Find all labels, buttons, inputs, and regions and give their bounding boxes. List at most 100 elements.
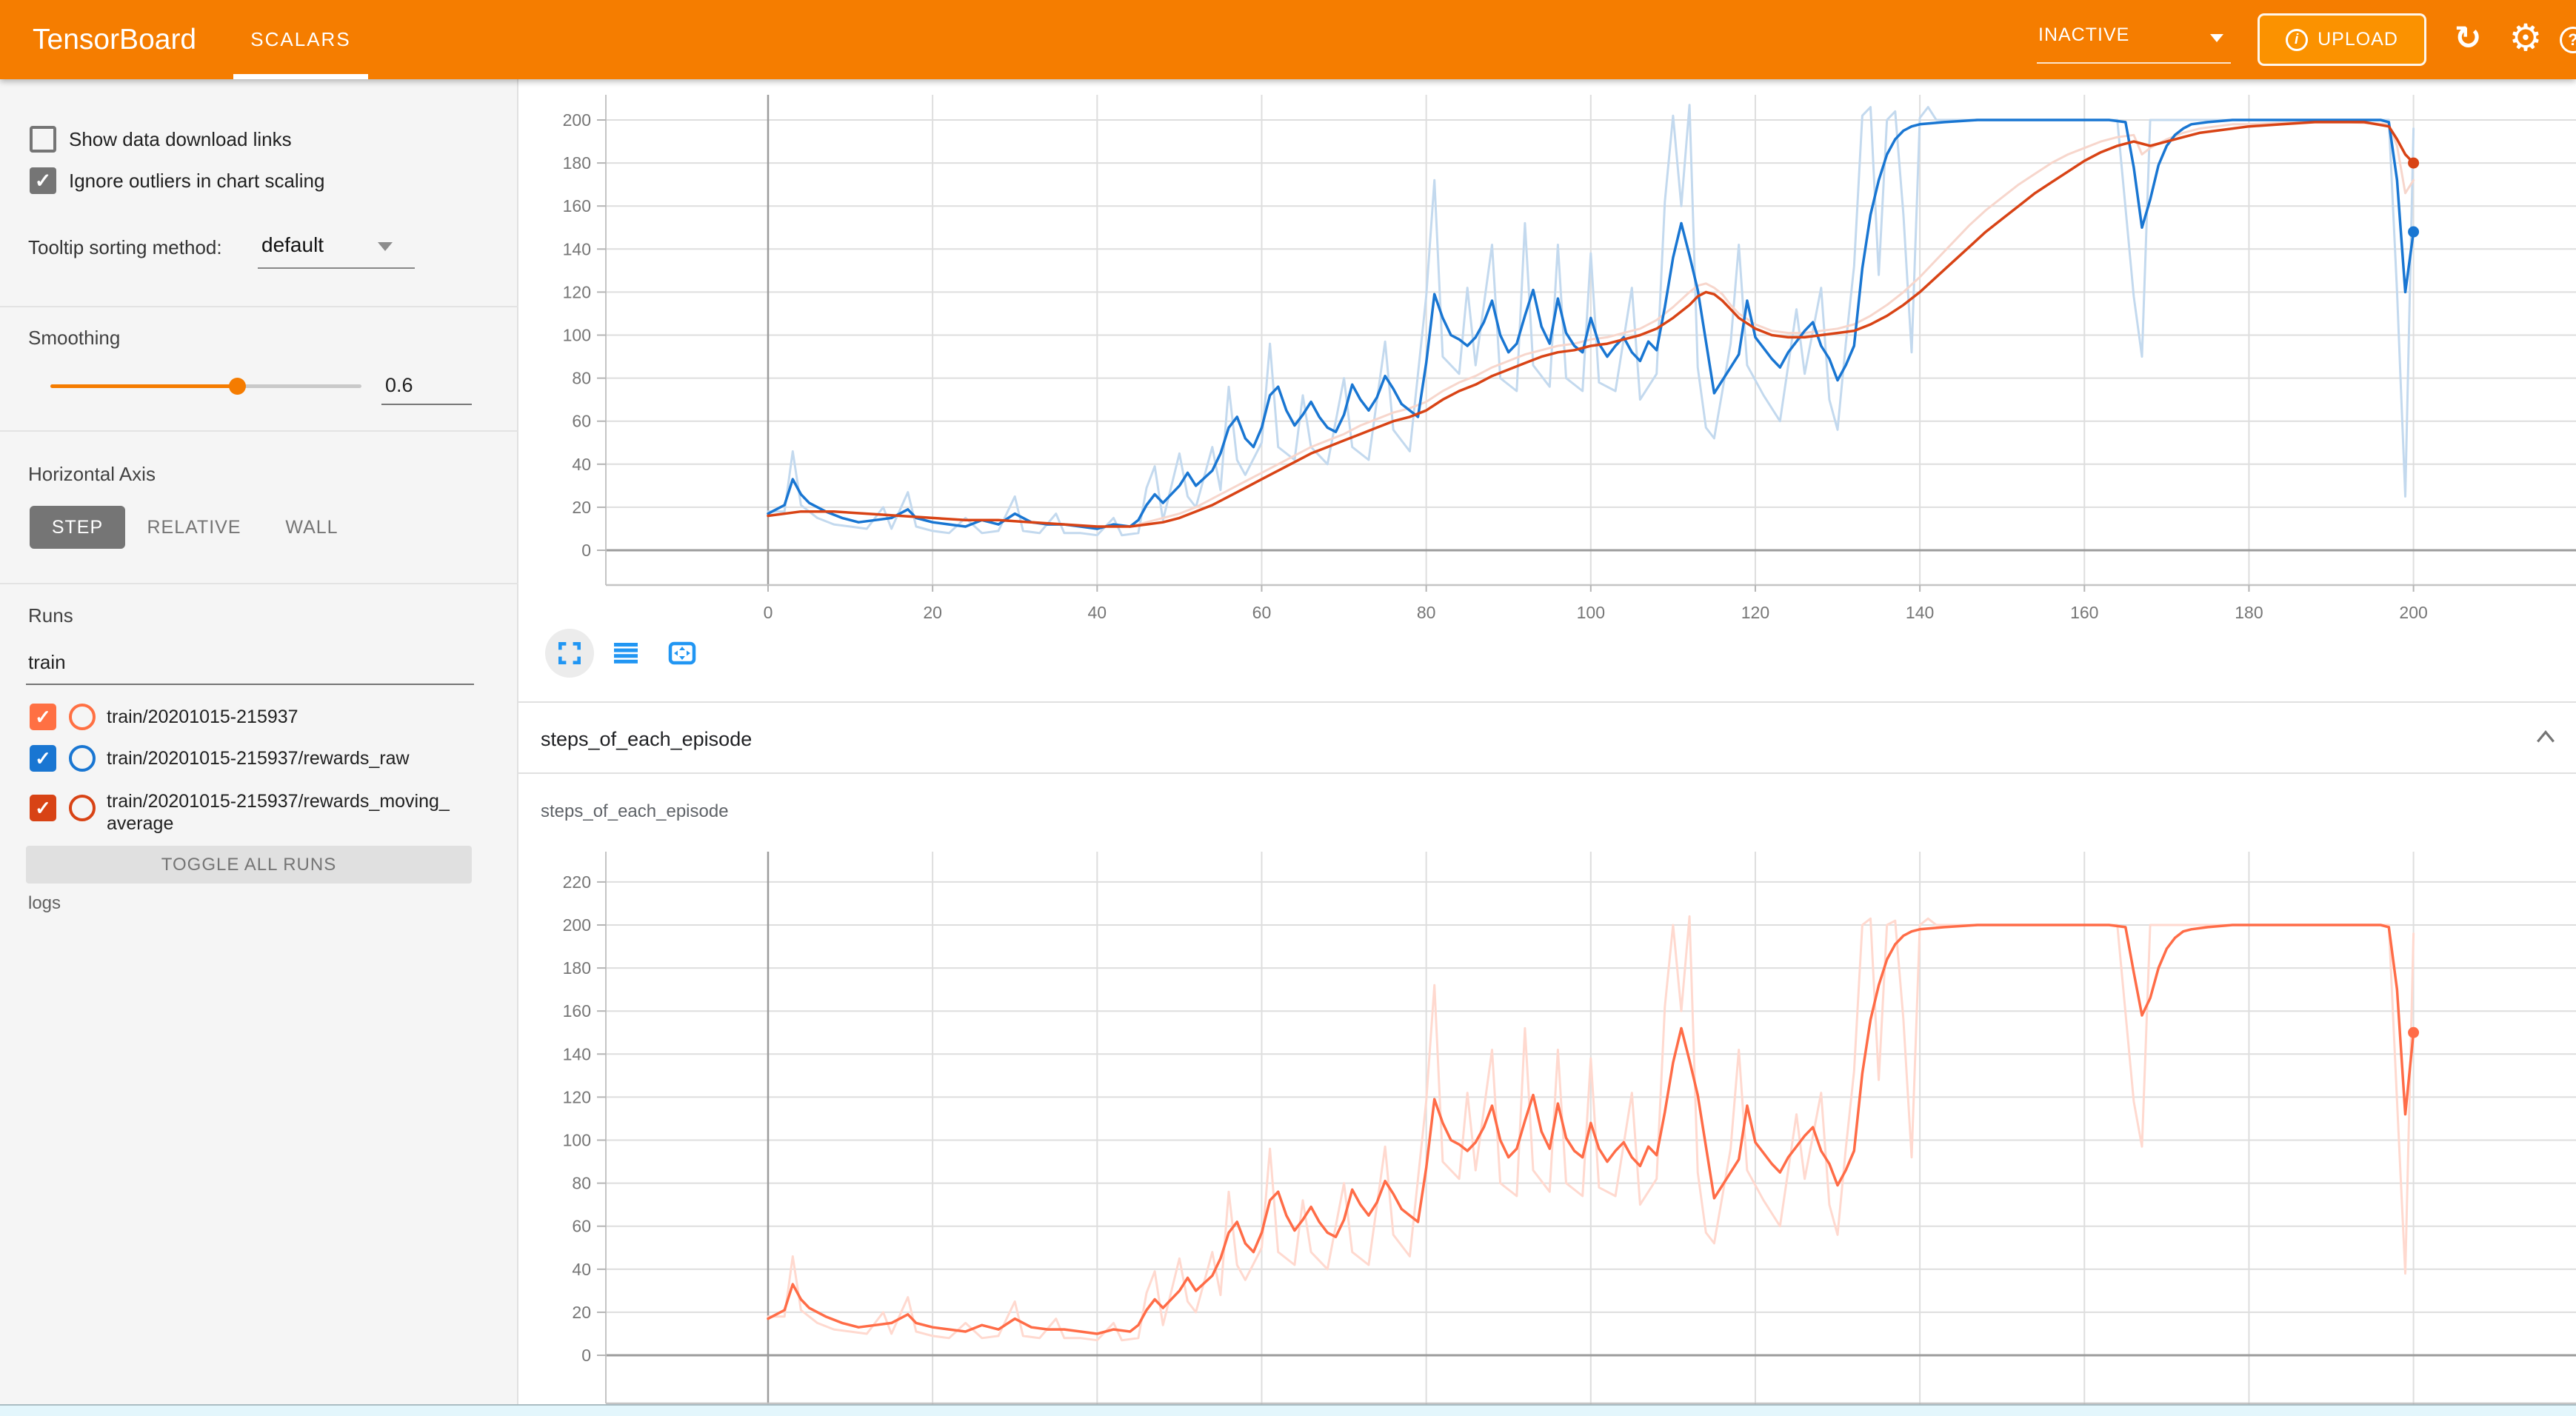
rewards-line-chart[interactable]: 0 20 40 60 80 100 120 140 160 180 200 0 20 40 60 80 100 1…	[518, 85, 2576, 637]
run-color-circle-train[interactable]	[69, 704, 96, 730]
section-title: steps_of_each_episode	[541, 703, 752, 775]
svg-text:20: 20	[923, 603, 942, 622]
svg-text:140: 140	[563, 1044, 591, 1063]
logs-label: logs	[28, 893, 61, 914]
smoothing-slider-thumb[interactable]	[229, 378, 246, 395]
svg-text:80: 80	[1417, 603, 1436, 622]
axis-button-wall[interactable]: WALL	[270, 506, 354, 549]
svg-text:200: 200	[2399, 603, 2427, 622]
expand-chart-button[interactable]	[545, 629, 594, 678]
svg-text:180: 180	[2235, 603, 2263, 622]
tab-scalars-label: SCALARS	[250, 28, 350, 50]
run-name-rewards-moving-average: train/20201015-215937/rewards_moving_ave…	[107, 790, 455, 835]
smoothing-value-underline	[381, 404, 472, 405]
bottom-scrollbar-strip[interactable]	[0, 1404, 2576, 1416]
svg-text:200: 200	[563, 110, 591, 130]
fullscreen-icon	[558, 642, 581, 664]
run-name-rewards-raw: train/20201015-215937/rewards_raw	[107, 747, 462, 769]
runs-label: Runs	[28, 604, 73, 627]
gear-icon[interactable]: ⚙	[2502, 0, 2549, 79]
runs-filter-underline	[26, 684, 474, 685]
svg-text:60: 60	[572, 1217, 591, 1236]
svg-text:100: 100	[563, 326, 591, 345]
svg-text:20: 20	[572, 498, 591, 517]
svg-text:220: 220	[563, 872, 591, 892]
show-download-links-label: Show data download links	[69, 126, 292, 153]
svg-text:160: 160	[563, 1001, 591, 1021]
svg-text:20: 20	[572, 1303, 591, 1322]
svg-text:120: 120	[563, 1087, 591, 1106]
svg-text:80: 80	[572, 369, 591, 388]
help-icon-glyph: ?	[2568, 30, 2576, 49]
svg-text:160: 160	[563, 196, 591, 216]
upload-button[interactable]: i UPLOAD	[2258, 13, 2426, 66]
horizontal-axis-label: Horizontal Axis	[28, 463, 156, 486]
chevron-down-icon	[378, 242, 393, 251]
svg-text:0: 0	[581, 1346, 591, 1365]
run-name-train: train/20201015-215937	[107, 706, 462, 728]
divider	[0, 430, 518, 432]
svg-text:180: 180	[563, 958, 591, 978]
svg-text:160: 160	[2070, 603, 2098, 622]
sidebar: Show data download links ✓ Ignore outlie…	[0, 79, 518, 1404]
app-title: TensorBoard	[33, 0, 196, 79]
ignore-outliers-checkbox[interactable]: ✓	[30, 167, 56, 194]
show-download-links-checkbox[interactable]	[30, 126, 56, 153]
steps-line-chart[interactable]: 0 20 40 60 80 100 120 140 160 180 200 220	[518, 848, 2576, 1416]
toggle-all-runs-button[interactable]: TOGGLE ALL RUNS	[26, 846, 472, 884]
fit-domain-button[interactable]	[658, 629, 707, 678]
chart-card-title: steps_of_each_episode	[541, 801, 729, 822]
info-icon: i	[2286, 29, 2308, 51]
main-content: 0204060801001201401601802000204060801001…	[518, 79, 2576, 1416]
svg-text:200: 200	[563, 915, 591, 935]
svg-text:0: 0	[764, 603, 773, 622]
tooltip-sorting-label: Tooltip sorting method:	[28, 236, 222, 259]
refresh-icon[interactable]: ↻	[2446, 0, 2490, 79]
divider	[0, 306, 518, 307]
svg-text:120: 120	[563, 282, 591, 301]
svg-text:140: 140	[563, 239, 591, 258]
smoothing-value-input[interactable]: 0.6	[385, 374, 413, 397]
lines-icon	[614, 643, 638, 664]
ignore-outliers-label: Ignore outliers in chart scaling	[69, 167, 324, 194]
tab-scalars[interactable]: SCALARS	[233, 0, 368, 79]
run-checkbox-train[interactable]: ✓	[30, 704, 56, 730]
axis-button-step[interactable]: STEP	[30, 506, 125, 549]
svg-text:180: 180	[563, 153, 591, 173]
run-color-circle-rewards-moving-average[interactable]	[69, 795, 96, 821]
svg-text:40: 40	[572, 1260, 591, 1279]
svg-text:0: 0	[581, 541, 591, 560]
status-dropdown-underline	[2037, 62, 2231, 64]
tooltip-sorting-underline	[258, 267, 415, 269]
svg-text:120: 120	[1741, 603, 1769, 622]
toggle-y-axis-button[interactable]	[601, 629, 650, 678]
svg-text:100: 100	[1577, 603, 1605, 622]
chevron-up-icon[interactable]	[2535, 727, 2557, 750]
status-dropdown[interactable]: INACTIVE	[2037, 0, 2231, 79]
chevron-down-icon	[2210, 34, 2223, 42]
smoothing-slider-fill	[50, 384, 237, 388]
smoothing-label: Smoothing	[28, 327, 120, 350]
runs-filter-input[interactable]	[28, 651, 443, 674]
svg-text:40: 40	[572, 455, 591, 474]
app-header: TensorBoard SCALARS INACTIVE i UPLOAD ↻ …	[0, 0, 2576, 79]
tooltip-sorting-dropdown[interactable]: default	[261, 233, 324, 257]
svg-text:100: 100	[563, 1131, 591, 1150]
axis-button-relative[interactable]: RELATIVE	[145, 506, 243, 549]
svg-text:60: 60	[572, 412, 591, 431]
svg-text:140: 140	[1906, 603, 1934, 622]
run-checkbox-rewards-moving-average[interactable]: ✓	[30, 795, 56, 821]
status-dropdown-value: INACTIVE	[2038, 24, 2129, 46]
help-icon[interactable]: ?	[2560, 27, 2576, 53]
chart-toolbar	[545, 629, 707, 678]
divider	[0, 583, 518, 584]
run-color-circle-rewards-raw[interactable]	[69, 745, 96, 772]
upload-button-label: UPLOAD	[2318, 29, 2398, 50]
run-checkbox-rewards-raw[interactable]: ✓	[30, 745, 56, 772]
smoothing-slider[interactable]	[50, 384, 361, 388]
svg-text:60: 60	[1252, 603, 1272, 622]
svg-text:80: 80	[572, 1174, 591, 1193]
svg-text:40: 40	[1088, 603, 1107, 622]
tab-active-underline	[233, 74, 368, 79]
section-header[interactable]: steps_of_each_episode	[518, 701, 2576, 774]
